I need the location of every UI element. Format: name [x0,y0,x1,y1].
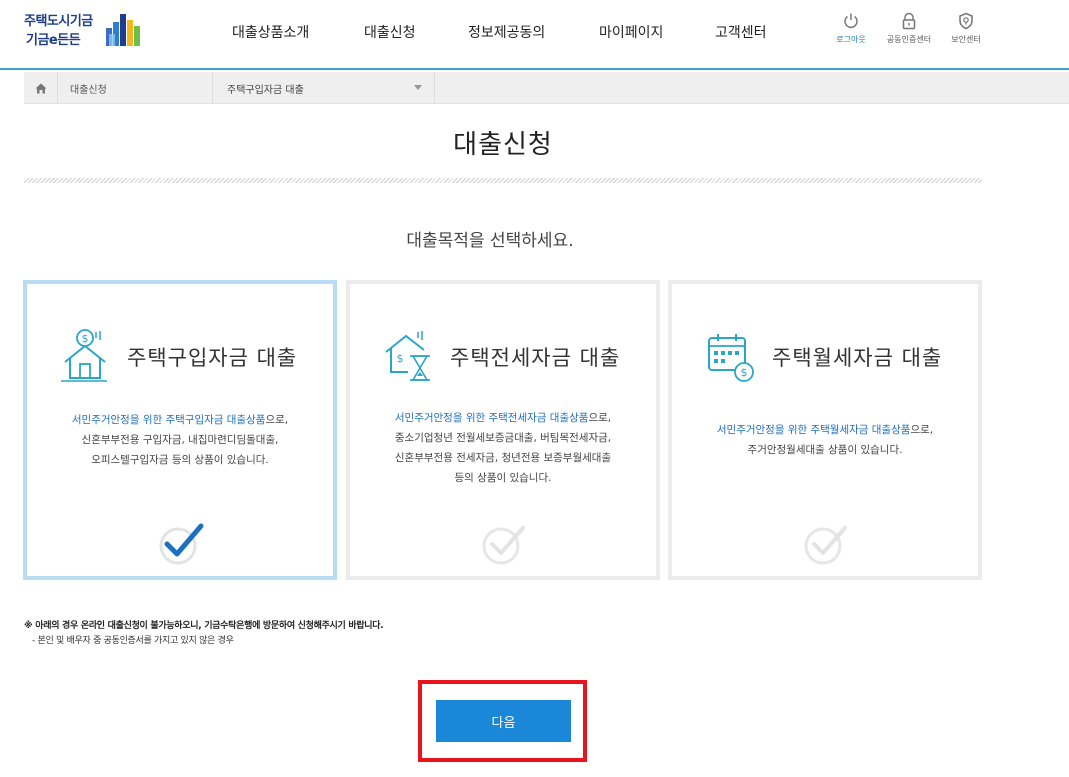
nav-customer-center[interactable]: 고객센터 [715,22,767,42]
site-logo[interactable]: 주택도시기금 기금e든든 [24,12,154,56]
site-header: 주택도시기금 기금e든든 대출상품소개 대출신청 정보제공동의 마이페이지 고객… [0,0,1069,70]
card-desc-rest: 으로, [265,414,289,426]
svg-text:$: $ [397,352,404,365]
page-subtitle: 대출목적을 선택하세요. [406,231,574,251]
breadcrumb-select-value: 주택구입자금 대출 [227,85,304,96]
shield-icon [959,12,973,30]
card-desc-highlight: 서민주거안정을 위한 주택구입자금 대출상품 [71,414,266,426]
nav-loan-products[interactable]: 대출상품소개 [232,22,309,42]
security-center-button[interactable]: 보안센터 [942,12,990,45]
home-icon [35,83,46,93]
card-desc-line: 오피스텔구입자금 등의 상품이 있습니다. [91,454,269,466]
card-desc-line: 신혼부부전용 구입자금, 내집마련디딤돌대출, [81,434,279,446]
card-desc-line: 신혼부부전용 전세자금, 청년전용 보증부월세대출 [394,452,612,464]
logo-line1: 주택도시기금 [24,14,93,29]
card-title: 주택월세자금 대출 [772,346,943,370]
logout-button[interactable]: 로그아웃 [827,12,875,45]
nav-loan-apply[interactable]: 대출신청 [364,22,416,42]
checkmark-selected-icon [159,523,204,565]
logo-text: 주택도시기금 기금e든든 [24,12,93,50]
card-desc-highlight: 서민주거안정을 위한 주택전세자금 대출상품 [394,412,589,424]
notice-text: ※ 아래의 경우 온라인 대출신청이 불가능하오니, 기금수탁은행에 방문하여 … [24,621,384,631]
card-desc-line: 중소기업청년 전월세보증금대출, 버팀목전세자금, [394,432,612,444]
card-desc-rest: 으로, [910,424,934,436]
house-coin-icon: $ [61,329,107,382]
certificate-center-label: 공동인증센터 [886,35,932,44]
lock-icon [902,12,916,30]
power-icon [844,13,858,29]
nav-info-consent[interactable]: 정보제공동의 [468,22,545,42]
card-purchase-loan[interactable]: $ 주택구입자금 대출 서민주거안정을 위한 주택구입자금 대출상품으로, 신혼… [23,280,337,580]
card-desc-highlight: 서민주거안정을 위한 주택월세자금 대출상품 [716,424,911,436]
title-divider [24,178,982,183]
logout-label: 로그아웃 [836,35,866,44]
card-jeonse-loan[interactable]: $ 주택전세자금 대출 서민주거안정을 위한 주택전세자금 대출상품으로, 중소… [346,280,660,580]
card-description: 서민주거안정을 위한 주택구입자금 대출상품으로, 신혼부부전용 구입자금, 내… [35,410,325,470]
checkmark-unselected-icon [804,526,847,565]
card-title: 주택전세자금 대출 [450,346,621,370]
house-hourglass-icon: $ [385,331,430,381]
card-desc-line: 주거안정월세대출 상품이 있습니다. [747,444,903,456]
svg-text:$: $ [741,366,748,379]
calendar-coin-icon: $ [708,334,754,382]
breadcrumb-loan-type-select[interactable]: 주택구입자금 대출 [213,72,435,104]
certificate-center-button[interactable]: 공동인증센터 [885,12,933,45]
svg-text:$: $ [82,332,89,345]
card-title: 주택구입자금 대출 [127,346,298,370]
logo-line2: 기금e든든 [26,33,81,48]
checkmark-unselected-icon [482,526,525,565]
chevron-down-icon [414,85,422,90]
next-button[interactable]: 다음 [436,700,571,742]
breadcrumb-home[interactable] [24,72,58,104]
card-desc-line: 등의 상품이 있습니다. [454,472,552,484]
page-title: 대출신청 [453,130,553,160]
nav-mypage[interactable]: 마이페이지 [599,22,663,42]
security-center-label: 보안센터 [951,35,981,44]
breadcrumb-item-loan-apply[interactable]: 대출신청 [70,81,107,96]
notice-subtext: - 본인 및 배우자 중 공동인증서를 가지고 있지 않은 경우 [32,636,234,646]
card-description: 서민주거안정을 위한 주택월세자금 대출상품으로, 주거안정월세대출 상품이 있… [680,420,970,460]
card-desc-rest: 으로, [588,412,612,424]
breadcrumb: 대출신청 주택구입자금 대출 [24,72,1069,104]
card-monthly-rent-loan[interactable]: $ 주택월세자금 대출 서민주거안정을 위한 주택월세자금 대출상품으로, 주거… [668,280,982,580]
logo-bars-icon [106,14,140,46]
card-description: 서민주거안정을 위한 주택전세자금 대출상품으로, 중소기업청년 전월세보증금대… [358,408,648,488]
